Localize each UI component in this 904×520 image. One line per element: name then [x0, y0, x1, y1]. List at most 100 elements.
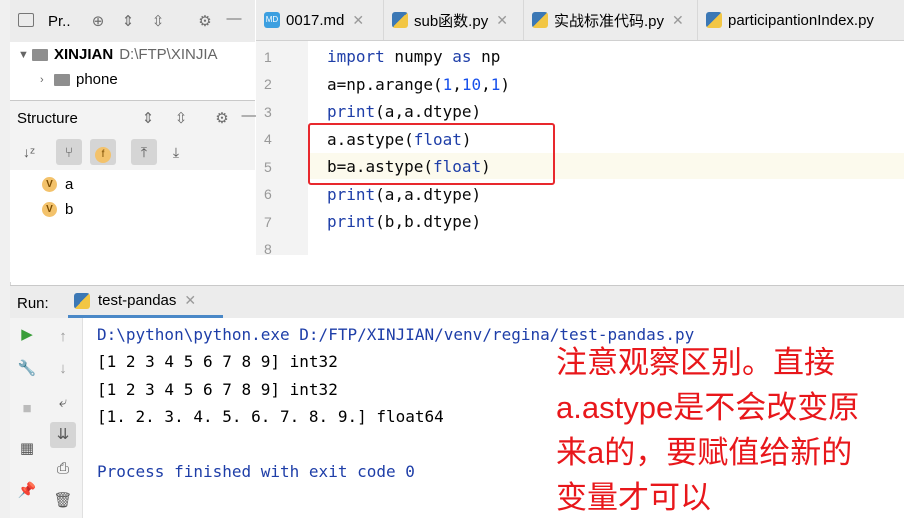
console-line: Process finished with exit code 0: [97, 462, 415, 481]
tab-label: 实战标准代码.py: [554, 12, 665, 30]
structure-title: Structure: [17, 110, 78, 127]
structure-item-b[interactable]: V b: [42, 201, 73, 218]
run-label: Run:: [17, 295, 49, 312]
project-tree: ▼ XINJIAN D:\FTP\XINJIA › phone: [10, 42, 255, 100]
code-token: 1: [490, 74, 501, 94]
up-arrow-icon[interactable]: ↑: [50, 324, 76, 350]
folder-icon: [54, 73, 70, 86]
variable-icon: V: [42, 202, 57, 217]
python-file-icon: [706, 12, 722, 28]
line-number: 5: [264, 159, 272, 175]
sort-alpha-icon[interactable]: ↓ᶻ: [16, 139, 42, 165]
code-token: 10: [461, 74, 482, 94]
pin-icon[interactable]: 📌: [14, 478, 40, 504]
structure-item-a[interactable]: V a: [42, 176, 73, 193]
wrench-icon[interactable]: 🔧: [14, 356, 40, 382]
run-toolbar-primary: ▶ 🔧 ■ ▦ 📌: [10, 318, 44, 518]
code-token: np: [471, 47, 501, 66]
code-line: print(b,b.dtype): [327, 212, 481, 231]
code-token: (b,b.dtype): [375, 212, 482, 231]
minimize-icon[interactable]: —: [224, 10, 244, 27]
code-token: print: [327, 102, 376, 121]
structure-toolbar: ↓ᶻ ⑂ f ⤒ ⤓: [10, 134, 255, 170]
annotation-text: 注意观察区别。直接 a.astype是不会改变原 来a的，要赋值给新的 变量才可…: [556, 340, 901, 520]
scroll-to-end-icon[interactable]: ⇊: [50, 422, 76, 448]
line-number: 7: [264, 214, 272, 230]
structure-list: V a V b: [10, 170, 255, 282]
chevron-right-icon: ›: [40, 73, 44, 86]
close-icon[interactable]: ✕: [184, 292, 196, 309]
soft-wrap-icon[interactable]: ⤶: [50, 390, 76, 416]
run-tab-test-pandas[interactable]: test-pandas ✕: [68, 286, 223, 318]
collapse-all-icon[interactable]: ⇳: [171, 109, 191, 127]
project-panel-header: Pr.. ⊕ ⇕ ⇳ ⚙ —: [10, 0, 255, 43]
python-file-icon: [532, 12, 548, 28]
chevron-down-icon: ▼: [18, 48, 29, 61]
crosshair-icon[interactable]: ⊕: [88, 12, 108, 30]
scroll-from-source-icon[interactable]: ⤒: [131, 139, 157, 165]
close-icon[interactable]: ✕: [496, 12, 508, 29]
expand-all-icon[interactable]: ⇕: [138, 109, 158, 127]
tree-item-phone[interactable]: › phone: [40, 71, 118, 88]
tab-sub-py[interactable]: sub函数.py ✕: [384, 0, 524, 40]
run-toolbar-secondary: ↑ ↓ ⤶ ⇊ ⎙ 🗑: [44, 318, 83, 518]
project-view-icon: [18, 13, 34, 27]
annotation-line: 变量才可以: [556, 480, 711, 515]
root-folder-path: D:\FTP\XINJIA: [119, 46, 218, 63]
code-token: as: [452, 47, 472, 66]
code-token: ,: [452, 74, 462, 94]
structure-panel-header: Structure ⇕ ⇳ ⚙ —: [10, 100, 257, 135]
collapse-all-icon[interactable]: ⇳: [148, 12, 168, 30]
console-line: [1 2 3 4 5 6 7 8 9] int32: [97, 380, 338, 399]
down-arrow-icon[interactable]: ↓: [50, 356, 76, 382]
folder-icon: [32, 48, 48, 61]
print-icon[interactable]: ⎙: [50, 456, 76, 482]
line-number-gutter: 1 2 3 4 5 6 7 8: [256, 41, 308, 257]
line-number: 8: [264, 241, 272, 257]
expand-all-icon[interactable]: ⇕: [118, 12, 138, 30]
gear-icon[interactable]: ⚙: [212, 109, 232, 127]
tree-item-root[interactable]: ▼ XINJIAN D:\FTP\XINJIA: [18, 46, 218, 63]
variable-icon: V: [42, 177, 57, 192]
python-file-icon: [392, 12, 408, 28]
code-line: a=np.arange(1,10,1): [327, 75, 510, 94]
scroll-to-source-icon[interactable]: ⤓: [163, 139, 189, 165]
editor-tab-bar: MD 0017.md ✕ sub函数.py ✕ 实战标准代码.py ✕ part…: [256, 0, 904, 41]
code-token: print: [327, 184, 376, 204]
code-token: (a,a.dtype): [375, 102, 482, 121]
python-icon: [74, 292, 90, 309]
show-inherited-icon[interactable]: ⑂: [56, 139, 82, 165]
trash-icon[interactable]: 🗑: [50, 488, 76, 514]
annotation-line: a.astype是不会改变原: [556, 390, 860, 425]
tab-label: participantionIndex.py: [728, 11, 874, 29]
annotation-line: 注意观察区别。直接: [556, 345, 835, 380]
stop-icon[interactable]: ■: [14, 396, 40, 422]
tab-participantionindex-py[interactable]: participantionIndex.py: [698, 0, 904, 40]
code-token: import: [327, 47, 385, 66]
line-number: 2: [264, 76, 272, 92]
layout-icon[interactable]: ▦: [14, 436, 40, 462]
tab-0017-md[interactable]: MD 0017.md ✕: [256, 0, 384, 40]
line-number: 3: [264, 104, 272, 120]
code-token: a=np.arange(: [327, 74, 443, 94]
code-token: ,: [481, 74, 491, 94]
tab-shizhan-py[interactable]: 实战标准代码.py ✕: [524, 0, 698, 40]
close-icon[interactable]: ✕: [672, 12, 684, 29]
gear-icon[interactable]: ⚙: [195, 12, 215, 30]
close-icon[interactable]: ✕: [352, 12, 364, 29]
structure-item-label: b: [65, 201, 74, 218]
project-view-selector[interactable]: Pr..: [48, 13, 71, 30]
line-number: 1: [264, 49, 272, 65]
console-line: [1 2 3 4 5 6 7 8 9] int32: [97, 352, 338, 371]
highlight-box: [308, 123, 555, 185]
rerun-icon[interactable]: ▶: [14, 322, 40, 348]
code-token: (a,a.dtype): [375, 184, 482, 204]
console-line: [1. 2. 3. 4. 5. 6. 7. 8. 9.] float64: [97, 407, 444, 426]
show-fields-icon[interactable]: f: [90, 139, 116, 165]
annotation-line: 来a的，要赋值给新的: [556, 435, 853, 470]
code-line: print(a,a.dtype): [327, 102, 481, 121]
folder-name: phone: [76, 71, 118, 88]
code-token: 1: [442, 74, 453, 94]
code-token: numpy: [384, 47, 453, 66]
tab-label: 0017.md: [286, 11, 345, 29]
